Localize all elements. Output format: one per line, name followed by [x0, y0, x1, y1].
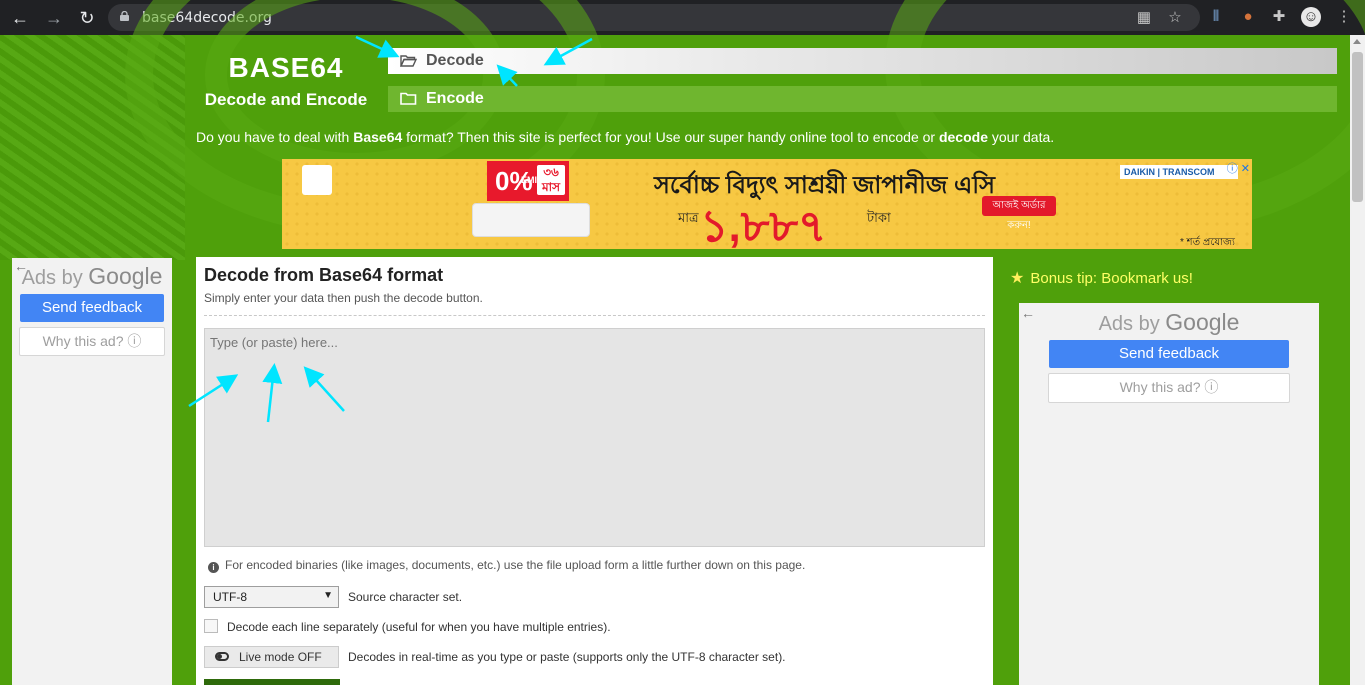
intro-text: Do you have to deal with Base64 format? …: [196, 129, 1055, 145]
tab-encode[interactable]: Encode: [388, 86, 1337, 112]
banner-brand: DAIKIN | TRANSCOM: [1120, 165, 1238, 179]
star-icon: ★: [1010, 270, 1025, 287]
tab-decode-label: Decode: [426, 52, 484, 69]
lock-icon: [120, 11, 129, 21]
page-scrollbar[interactable]: [1350, 35, 1365, 685]
advertiser-logo: [302, 165, 332, 195]
air-conditioner-image: [472, 203, 590, 237]
decode-button[interactable]: [204, 679, 340, 685]
left-ad-panel: ← Ads by Google Send feedback Why this a…: [12, 258, 172, 685]
decode-card: Decode from Base64 format Simply enter y…: [196, 257, 993, 685]
folder-icon: [400, 92, 417, 105]
tab-decode[interactable]: Decode: [388, 48, 1337, 74]
charset-label: Source character set.: [348, 590, 463, 604]
page-subtitle: Simply enter your data then push the dec…: [204, 291, 483, 305]
info-text: i For encoded binaries (like images, docu…: [208, 558, 805, 573]
adchoices-icon[interactable]: ⓘ ✕: [1227, 160, 1250, 176]
banner-price-suffix: টাকা: [867, 210, 891, 225]
emi-badge: 0% EMI ৩৬ মাস: [487, 161, 569, 201]
bonus-tip: ★ Bonus tip: Bookmark us!: [1010, 270, 1193, 287]
input-textarea[interactable]: [204, 328, 985, 547]
banner-price-prefix: মাত্র: [678, 210, 699, 225]
divider: [204, 315, 985, 316]
ads-by-google: Ads by Google: [1098, 309, 1240, 335]
brand-title: BASE64: [228, 52, 344, 83]
info-icon: i: [208, 562, 219, 573]
page-title: Decode from Base64 format: [204, 265, 444, 285]
folder-open-icon: [400, 55, 417, 67]
right-ad-panel: ← Ads by Google Send feedback Why this a…: [1019, 303, 1319, 685]
ads-by-google: Ads by Google: [21, 263, 163, 289]
tab-encode-label: Encode: [426, 90, 484, 107]
send-feedback-button[interactable]: Send feedback: [20, 294, 164, 322]
toggle-icon: [215, 652, 229, 661]
banner-cta-button[interactable]: আজই অর্ডার করুন!: [982, 196, 1056, 231]
back-arrow-icon[interactable]: ←: [8, 6, 32, 30]
brand-subtitle: Decode and Encode: [204, 90, 368, 109]
why-this-ad-button[interactable]: Why this ad? ⓘ: [19, 327, 165, 356]
live-mode-description: Decodes in real-time as you type or past…: [348, 650, 786, 664]
scroll-up-icon[interactable]: [1353, 39, 1361, 44]
forward-arrow-icon[interactable]: →: [42, 6, 66, 30]
site-logo[interactable]: BASE64 Decode and Encode: [196, 52, 376, 110]
banner-note: * শর্ত প্রযোজ্য: [1180, 237, 1235, 248]
each-line-checkbox[interactable]: [204, 619, 218, 633]
charset-select[interactable]: UTF-8 ▼: [204, 586, 339, 608]
why-this-ad-button[interactable]: Why this ad? ⓘ: [1048, 373, 1290, 403]
banner-ad[interactable]: 0% EMI ৩৬ মাস সর্বোচ্চ বিদ্যুৎ সাশ্রয়ী …: [282, 159, 1252, 249]
live-mode-button[interactable]: Live mode OFF: [204, 646, 339, 668]
each-line-label: Decode each line separately (useful for …: [227, 620, 611, 634]
chevron-down-icon: ▼: [323, 590, 333, 601]
reload-icon[interactable]: ↻: [75, 6, 99, 30]
banner-price: ১,৮৮৭: [700, 202, 827, 249]
scroll-thumb[interactable]: [1352, 52, 1363, 202]
send-feedback-button[interactable]: Send feedback: [1049, 340, 1289, 368]
